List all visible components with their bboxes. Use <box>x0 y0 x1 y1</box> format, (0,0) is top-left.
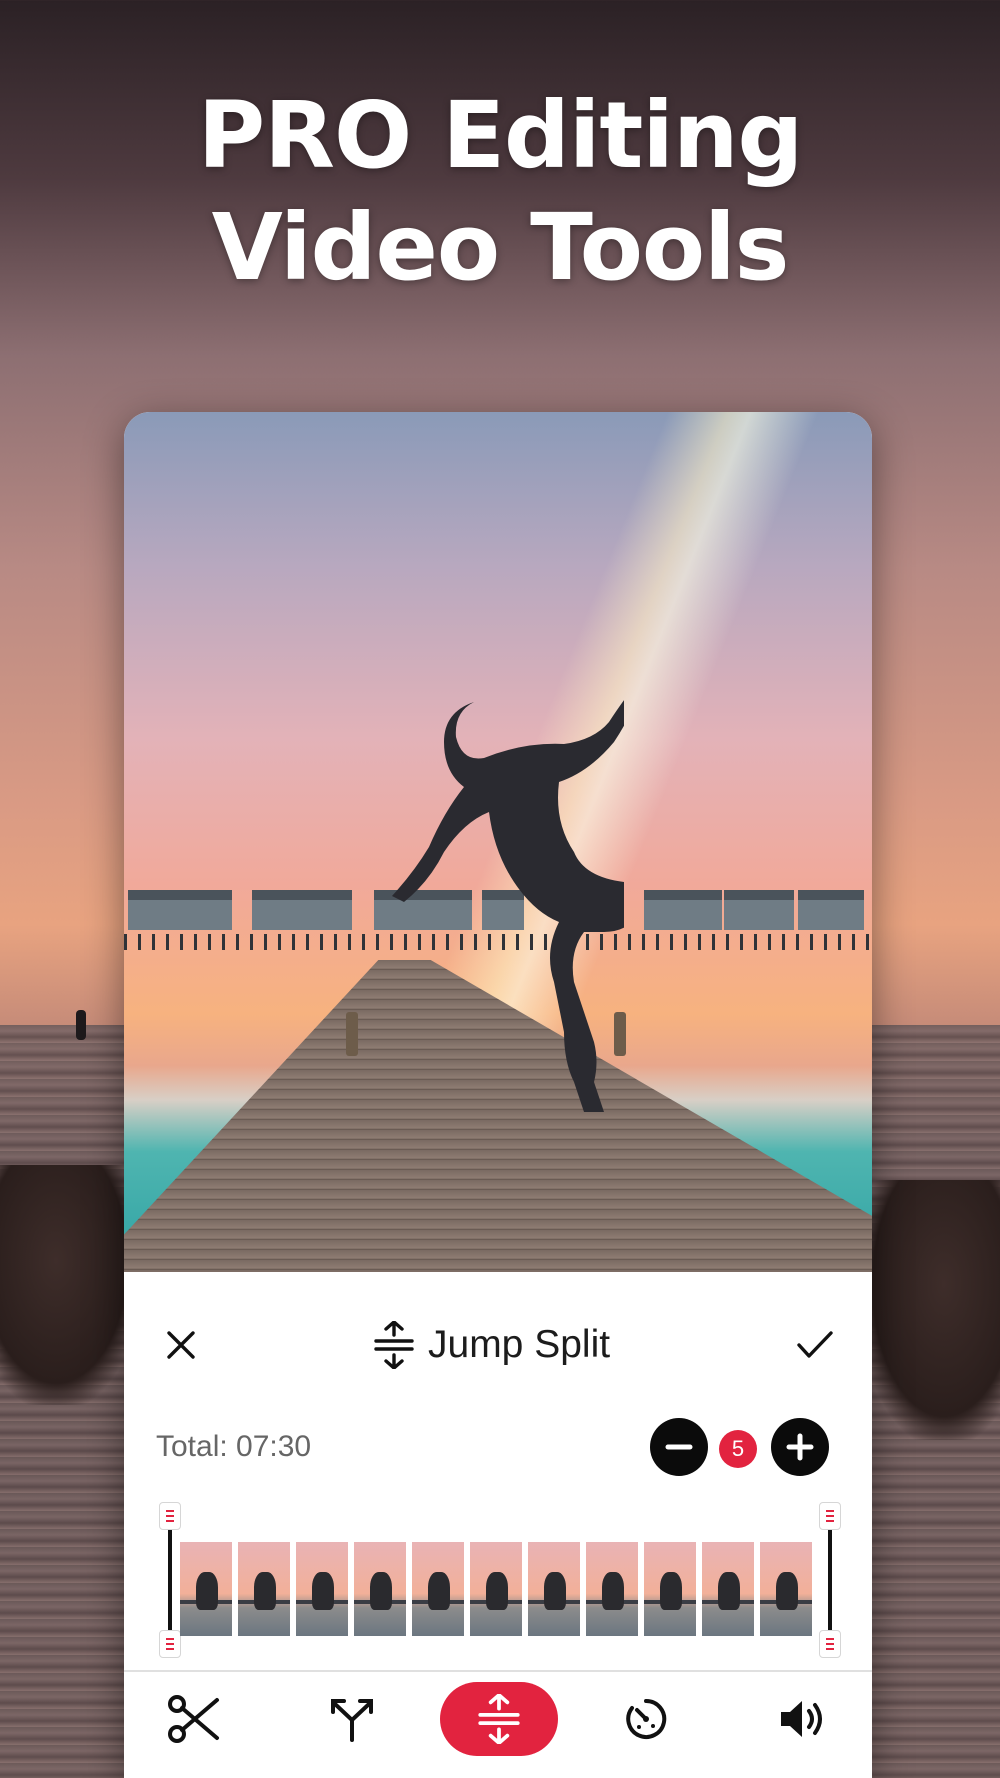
jump-split-icon <box>478 1694 520 1744</box>
trim-handle-right-bottom[interactable] <box>819 1630 841 1658</box>
decrease-button[interactable] <box>650 1418 708 1476</box>
total-row: Total: 07:30 5 <box>124 1418 872 1478</box>
background-surfer <box>76 1010 86 1040</box>
promo-headline: PRO Editing Video Tools <box>0 80 1000 304</box>
split-count-badge: 5 <box>719 1430 757 1468</box>
editor-title-text: Jump Split <box>428 1323 611 1366</box>
trim-bar-right[interactable] <box>828 1528 832 1634</box>
timeline-frame <box>528 1542 580 1636</box>
tool-cut[interactable] <box>148 1682 240 1756</box>
phone-screen: Jump Split Total: 07:30 5 <box>124 412 872 1778</box>
timeline-strip[interactable] <box>154 1502 850 1658</box>
editor-title: Jump Split <box>374 1320 610 1370</box>
timeline-frame <box>760 1542 812 1636</box>
timeline-frame <box>644 1542 696 1636</box>
close-button[interactable] <box>158 1322 204 1368</box>
tool-split[interactable] <box>306 1682 398 1756</box>
total-duration: Total: 07:30 <box>156 1430 312 1463</box>
pier-post-left <box>346 1012 358 1056</box>
headline-line-1: PRO Editing <box>197 82 804 189</box>
timeline-frame <box>586 1542 638 1636</box>
bottom-toolbar <box>124 1682 872 1776</box>
volume-icon <box>781 1701 822 1737</box>
confirm-button[interactable] <box>792 1322 838 1368</box>
timeline-frame <box>180 1542 232 1636</box>
timeline-frames <box>180 1542 820 1636</box>
timeline-frame <box>238 1542 290 1636</box>
plus-icon <box>786 1433 814 1461</box>
trim-handle-left-bottom[interactable] <box>159 1630 181 1658</box>
headline-line-2: Video Tools <box>211 194 790 301</box>
tool-speed[interactable] <box>600 1682 692 1756</box>
minus-icon <box>665 1444 693 1450</box>
scissors-icon <box>168 1695 219 1743</box>
timeline-frame <box>470 1542 522 1636</box>
tool-jump-split[interactable] <box>440 1682 558 1756</box>
trim-bar-left[interactable] <box>168 1528 172 1634</box>
close-icon <box>167 1331 195 1359</box>
toolbar-divider <box>124 1670 872 1672</box>
background-rocks-right <box>860 1180 1000 1440</box>
timeline-frame <box>702 1542 754 1636</box>
timeline-frame <box>412 1542 464 1636</box>
background-rocks-left <box>0 1165 140 1405</box>
dancer-silhouette <box>392 700 624 1112</box>
trim-handle-left-top[interactable] <box>159 1502 181 1530</box>
trim-handle-right-top[interactable] <box>819 1502 841 1530</box>
split-arrows-icon <box>331 1699 373 1742</box>
timeline-frame <box>296 1542 348 1636</box>
editor-header: Jump Split <box>124 1310 872 1380</box>
increase-button[interactable] <box>771 1418 829 1476</box>
check-icon <box>797 1331 833 1358</box>
timeline-frame <box>354 1542 406 1636</box>
split-icon <box>374 1321 414 1369</box>
speed-dial-icon <box>626 1698 667 1739</box>
tool-volume[interactable] <box>756 1682 848 1756</box>
video-preview[interactable] <box>124 412 872 1272</box>
